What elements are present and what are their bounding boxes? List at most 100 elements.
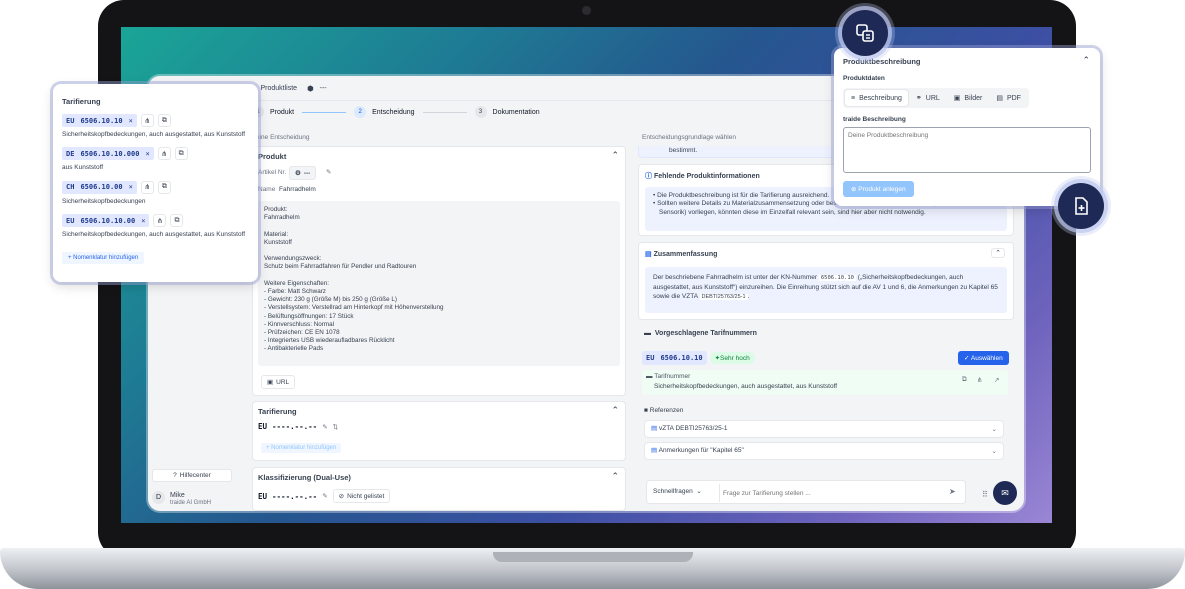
file-plus-icon[interactable] [1058,183,1104,229]
chevron-up-icon[interactable]: ⌃ [1082,55,1090,66]
description-line: - Farbe: Matt Schwarz [264,287,326,295]
description-line: - Verstellsystem: Verstellrad am Hinterk… [264,304,444,312]
copy-icon[interactable]: ⧉ [157,180,171,194]
step-connector [422,111,467,113]
ref-item[interactable]: ▤ vZTA DEBTI25763/25-1 ⌄ [644,420,1004,438]
select-label: Auswählen [970,355,1003,362]
description-line [264,247,614,255]
copy-icon[interactable]: ⧉ [170,214,184,228]
send-icon[interactable]: ➤ [949,487,956,496]
tarif-code-chip[interactable]: EU 6506.10.10.00 × [62,214,150,228]
avatar[interactable]: D [152,491,165,504]
submit-button[interactable]: ⊕ Produkt anlegen [843,181,914,197]
edit-icon[interactable]: ✎ [322,492,327,500]
tarif-entry: CH 6506.10.00 × ⋔ ⧉ Sicherheitskopfbedeckunge… [62,180,252,206]
tarifierung-card: Tarifierung ⌃ EU ----.--.-- ✎ ⇅ + Nomenk… [252,401,626,461]
tab-beschreibung[interactable]: ≡ Beschreibung [845,90,908,106]
copy-icon[interactable]: ⧉ [157,114,171,127]
edit-icon[interactable]: ✎ [322,423,327,431]
code-placeholder[interactable]: ----.--.-- [272,492,317,501]
tree-icon[interactable]: ⋔ [977,376,982,384]
question-icon: ? [173,472,177,479]
tab-url[interactable]: ⚭ URL [910,90,946,106]
translate-icon[interactable] [842,10,888,56]
chevron-down-icon[interactable]: ⌄ [992,425,997,433]
chevron-up-icon[interactable]: ⌃ [611,471,619,482]
close-icon[interactable]: × [145,150,149,158]
chevron-down-icon[interactable]: ⌄ [992,447,997,455]
description-line: Verwendungszweck: [264,255,322,263]
step-number: 3 [474,106,487,118]
grid-icon[interactable]: ⠿ [982,490,988,499]
chat-icon[interactable]: ✉ [993,481,1017,505]
klassifizierung-title: Klassifizierung (Dual-Use) [258,473,351,482]
description-line: Material: [264,230,289,238]
chevron-up-icon[interactable]: ⌃ [991,248,1005,258]
code-value: 6506.10.00 [80,183,123,192]
ask-input[interactable] [723,485,933,501]
ref-text: Anmerkungen für "Kapitel 65" [658,447,744,454]
tarif-code-chip[interactable]: CH 6506.10.00 × [62,180,137,194]
region-label: CH [66,183,75,192]
ref-item[interactable]: ▤ Anmerkungen für "Kapitel 65" ⌄ [644,442,1004,460]
quick-questions-dropdown[interactable]: Schnellfragen ⌄ [653,488,702,496]
laptop-camera [582,6,591,15]
summary-part: Der beschriebene Fahrradhelm ist unter d… [653,274,818,281]
description-line [264,272,614,280]
book-icon: ▤ [651,447,658,454]
tarif-label: Tarifnummer [654,373,691,380]
tree-icon[interactable]: ⋔ [153,214,167,228]
tarif-code-chip[interactable]: DE 6506.10.10.000 × [62,147,154,161]
close-icon[interactable]: × [129,117,133,125]
select-button[interactable]: ✓ Auswählen [958,351,1009,365]
breadcrumb[interactable]: Produktliste [261,84,298,93]
right-section-header: Entscheidungsgrundlage wählen [642,134,736,141]
step-label: Entscheidung [372,108,415,116]
add-nomenklatur-button[interactable]: + Nomenklatur hinzufügen [62,252,145,264]
tarif-desc: Sicherheitskopfbedeckungen, auch ausgest… [654,383,838,390]
external-link-icon[interactable]: ↗ [994,376,999,384]
refs-title-row: ■ Referenzen [644,407,683,415]
copy-icon[interactable]: ⧉ [962,376,967,384]
close-icon[interactable]: × [141,217,145,225]
tab-pdf[interactable]: ▤ PDF [990,90,1027,106]
chat-bar: Schnellfragen ⌄ ➤ [646,480,966,504]
summary-title: Zusammenfassung [653,251,718,258]
chevron-up-icon[interactable]: ⌃ [611,405,619,416]
step-dokumentation[interactable]: 3 Dokumentation [474,106,540,118]
suggested-code-chip[interactable]: EU 6506.10.10 [642,351,707,365]
artikel-label: Artikel Nr. [258,169,287,176]
edit-icon[interactable]: ✎ [326,168,331,176]
tarif-desc: Sicherheitskopfbedeckungen [62,197,146,205]
tree-icon[interactable]: ⋔ [157,147,171,161]
tab-bilder[interactable]: ▣ Bilder [948,90,989,106]
missing-title-row: ⓘ Fehlende Produktinformationen [645,172,760,181]
close-icon[interactable]: × [129,183,133,191]
step-entscheidung[interactable]: 2 Entscheidung [354,106,415,118]
step-produkt[interactable]: 1 Produkt [252,106,294,118]
produkt-card: Produkt ⌃ Artikel Nr. ⚙ --- ✎ Name Fahrra… [252,146,626,396]
tab-label: Beschreibung [859,94,902,102]
file-icon: ▤ [996,95,1003,102]
url-button[interactable]: ▣ URL [261,375,296,389]
code-placeholder[interactable]: ----.--.-- [272,422,317,431]
text-icon: ≡ [851,94,856,102]
artikel-value[interactable]: ⚙ --- [289,166,317,180]
description-line: - Integriertes USB wiederaufladbares Rüc… [264,337,395,345]
url-button-label: URL [276,378,290,386]
tree-icon[interactable]: ⋔ [140,114,154,127]
translate-glyph [856,24,874,42]
chevron-up-icon[interactable]: ⌃ [611,150,619,161]
filter-icon[interactable]: ⇅ [333,423,338,431]
tarif-entry: EU 6506.10.10 × ⋔ ⧉ Sicherheitskopfbedeckunge… [62,114,252,139]
tarif-code-chip[interactable]: EU 6506.10.10 × [62,114,137,127]
summary-card: ▤ Zusammenfassung ⌃ Der beschriebene Fah… [638,242,1014,320]
description-textarea[interactable] [843,127,1091,173]
add-nomenklatur-button[interactable]: + Nomenklatur hinzufügen [261,443,342,453]
help-center-button[interactable]: ? Hilfecenter [152,469,232,482]
image-icon: ▣ [267,379,274,386]
list-icon: ▬ [644,330,651,337]
section-label: Produktdaten [843,75,885,82]
copy-icon[interactable]: ⧉ [174,147,188,161]
tree-icon[interactable]: ⋔ [140,180,154,194]
